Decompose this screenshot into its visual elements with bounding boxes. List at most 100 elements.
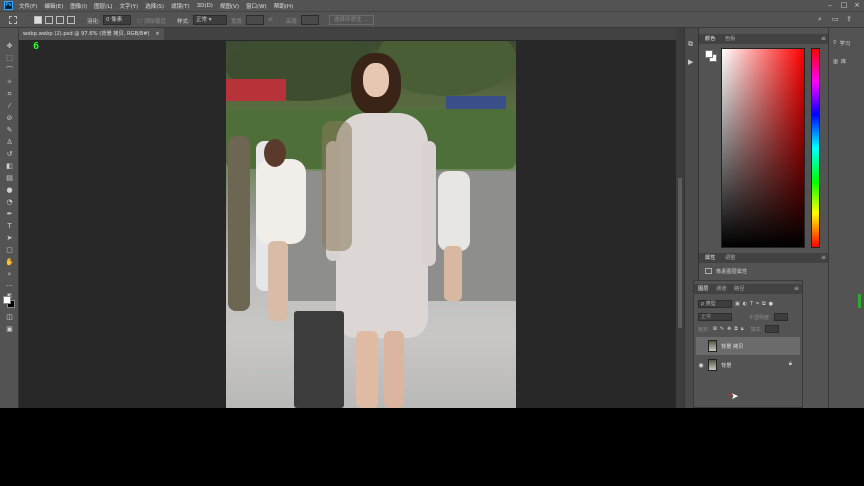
tab-properties[interactable]: 属性 [705, 254, 715, 261]
filter-smart-object-icon[interactable]: ⧉ [762, 301, 766, 307]
search-icon[interactable]: ⌕ [818, 15, 822, 24]
image-pedestrian-legs [268, 241, 288, 321]
menu-select[interactable]: 选择(S) [145, 2, 164, 10]
gradient-tool-icon[interactable]: ▤ [5, 174, 14, 183]
learn-button[interactable]: 💡︎ 学习 [833, 40, 850, 47]
minimize-icon[interactable]: – [826, 1, 834, 9]
properties-panel-menu-icon[interactable]: ≡ [821, 254, 826, 261]
tab-swatches[interactable]: 色板 [725, 35, 735, 42]
color-panel-foreground-swatch[interactable] [705, 50, 713, 58]
layer-name[interactable]: 背景 [721, 362, 731, 369]
eraser-tool-icon[interactable]: ◧ [5, 162, 14, 171]
marquee-tool-preset-icon[interactable] [9, 16, 17, 24]
select-and-mask-button[interactable]: 选择并遮住 ... [329, 15, 374, 25]
dodge-tool-icon[interactable]: ◔ [5, 198, 14, 207]
menu-help[interactable]: 帮助(H) [274, 2, 293, 10]
intersect-selection-icon[interactable] [67, 16, 75, 24]
height-input[interactable] [301, 15, 319, 25]
type-tool-icon[interactable]: T [5, 222, 14, 231]
history-brush-tool-icon[interactable]: ↺ [5, 150, 14, 159]
magic-wand-tool-icon[interactable]: ✧ [5, 78, 14, 87]
share-icon[interactable]: ⇪ [846, 15, 852, 23]
swap-icon[interactable]: ⇄ [268, 17, 273, 23]
layer-filter-select[interactable]: ρ 类型 [698, 300, 732, 308]
close-tab-icon[interactable]: × [155, 31, 159, 37]
lock-all-icon[interactable]: 🔒︎ [741, 326, 744, 332]
move-tool-icon[interactable]: ✥ [5, 42, 14, 51]
quick-mask-icon[interactable]: ◫ [5, 313, 14, 322]
lock-position-icon[interactable]: ✥ [727, 326, 731, 332]
marquee-tool-icon[interactable]: ⬚ [5, 54, 14, 63]
more-tools-icon[interactable]: ··· [5, 282, 14, 291]
layer-row-background-copy[interactable]: 背景 拷贝 [696, 337, 800, 355]
menu-edit[interactable]: 编辑(E) [44, 2, 63, 10]
eye-icon[interactable]: ◉ [696, 362, 706, 369]
tab-color[interactable]: 颜色 [705, 35, 715, 42]
lock-icon[interactable]: 🔒︎ [789, 360, 792, 368]
actions-panel-icon[interactable]: ▶ [688, 58, 693, 66]
document-image[interactable] [226, 41, 516, 408]
close-window-icon[interactable]: × [853, 1, 861, 9]
width-input[interactable] [246, 15, 264, 25]
menu-window[interactable]: 窗口(W) [246, 2, 267, 10]
lock-image-icon[interactable]: ✎ [720, 326, 724, 332]
fill-input[interactable] [765, 325, 780, 333]
workspace-icon[interactable]: ▭ [832, 15, 839, 23]
opacity-input[interactable] [773, 313, 788, 321]
brush-tool-icon[interactable]: ✎ [5, 126, 14, 135]
libraries-button[interactable]: ▥ 库 [833, 58, 846, 66]
filter-adjustment-icon[interactable]: ◐ [743, 301, 747, 307]
blur-tool-icon[interactable]: ● [5, 186, 14, 195]
new-selection-icon[interactable] [34, 16, 42, 24]
hue-slider[interactable] [811, 48, 820, 248]
eyedropper-tool-icon[interactable]: ⁄ [5, 102, 14, 111]
healing-brush-tool-icon[interactable]: ⊘ [5, 114, 14, 123]
zoom-tool-icon[interactable]: ⌕ [5, 270, 14, 279]
layer-row-background[interactable]: ◉ 背景 🔒︎ [696, 356, 800, 374]
filter-toggle-icon[interactable]: ● [769, 301, 773, 307]
subtract-selection-icon[interactable] [56, 16, 64, 24]
blend-mode-select[interactable]: 正常 [698, 313, 732, 321]
color-panel-menu-icon[interactable]: ≡ [821, 35, 826, 42]
style-select[interactable]: 正常 ▾ [193, 15, 227, 25]
filter-pixel-icon[interactable]: ▣ [735, 301, 740, 307]
crop-tool-icon[interactable]: ⌗ [5, 90, 14, 99]
layer-name[interactable]: 背景 拷贝 [721, 343, 743, 350]
filter-type-icon[interactable]: T [750, 301, 753, 307]
filter-shape-icon[interactable]: ⌗ [756, 301, 759, 307]
clone-stamp-tool-icon[interactable]: ♙ [5, 138, 14, 147]
tab-channels[interactable]: 通道 [716, 285, 726, 292]
hand-tool-icon[interactable]: ✋ [5, 258, 14, 267]
menu-type[interactable]: 文字(Y) [120, 2, 139, 10]
tab-layers[interactable]: 图层 [698, 285, 708, 292]
history-panel-icon[interactable]: ⧉ [688, 40, 693, 49]
canvas-scrollbar[interactable] [676, 28, 684, 408]
menu-image[interactable]: 图像(I) [70, 2, 87, 10]
photoshop-logo-icon[interactable]: Ps [4, 1, 13, 10]
menu-layer[interactable]: 图层(L) [94, 2, 112, 10]
shape-tool-icon[interactable]: ▢ [5, 246, 14, 255]
height-label: 高度: [286, 19, 299, 25]
scrollbar-thumb[interactable] [678, 178, 682, 328]
layers-panel-menu-icon[interactable]: ≡ [794, 285, 799, 292]
pen-tool-icon[interactable]: ✒ [5, 210, 14, 219]
add-selection-icon[interactable] [45, 16, 53, 24]
tab-paths[interactable]: 路径 [734, 285, 744, 292]
color-picker-field[interactable] [721, 48, 805, 248]
feather-input[interactable]: 0 像素 [103, 15, 131, 25]
menu-filter[interactable]: 滤镜(T) [171, 2, 190, 10]
lasso-tool-icon[interactable]: ⌒ [5, 66, 14, 75]
menu-3d[interactable]: 3D(D) [197, 3, 213, 9]
path-selection-tool-icon[interactable]: ➤ [5, 234, 14, 243]
antialias-checkbox[interactable]: ☐ 消除锯齿 [137, 17, 166, 25]
menu-file[interactable]: 文件(F) [19, 2, 37, 10]
lock-transparent-icon[interactable]: ⊠ [713, 326, 717, 332]
document-tab[interactable]: webp.webp (2).psd @ 97.6% (背景 拷贝, RGB/8#… [19, 28, 164, 40]
canvas-area[interactable]: 6 [19, 40, 676, 408]
screen-mode-icon[interactable]: ▣ [5, 325, 14, 334]
maximize-icon[interactable]: □ [840, 1, 848, 9]
menu-view[interactable]: 视图(V) [220, 2, 239, 10]
foreground-color-swatch[interactable] [3, 296, 11, 304]
tab-adjustments[interactable]: 调整 [725, 254, 735, 261]
lock-artboard-icon[interactable]: ⧉ [734, 326, 738, 332]
